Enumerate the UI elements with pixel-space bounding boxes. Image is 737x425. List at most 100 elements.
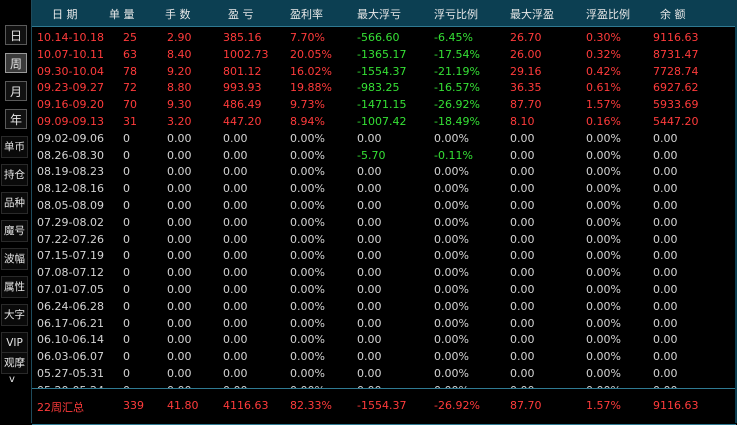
table-row[interactable]: 09.23-09.27 72 8.80 993.93 19.88% -983.25 -16.… — [32, 80, 736, 96]
cell-lots: 0.00 — [167, 199, 192, 212]
table-row[interactable]: 07.22-07.26 0 0.00 0.00 0.00% 0.00 0.00% 0.00 0.… — [32, 232, 736, 248]
cell-pnl: 0.00 — [223, 283, 248, 296]
table-row[interactable]: 10.07-10.11 63 8.40 1002.73 20.05% -1365.17 -1… — [32, 47, 736, 63]
cell-max-drawdown: -1471.15 — [357, 98, 407, 112]
header-balance[interactable]: 余 额 — [660, 6, 686, 22]
function-button-8[interactable]: 观摩 — [1, 352, 28, 374]
cell-profit-rate: 0.00% — [290, 165, 325, 179]
cell-max-floating-profit: 0.00 — [510, 299, 535, 313]
table-row[interactable]: 09.09-09.13 31 3.20 447.20 8.94% -1007.42 -18.… — [32, 114, 736, 130]
cell-max-floating-profit: 0.00 — [510, 316, 535, 330]
table-header: 日 期 单 量 手 数 盈 亏 盈利率 最大浮亏 浮亏比例 最大浮盈 浮盈比例 余 额 — [32, 0, 736, 27]
cell-balance: 0.00 — [653, 316, 678, 330]
table-row[interactable]: 07.08-07.12 0 0.00 0.00 0.00% 0.00 0.00% 0.00 0.… — [32, 265, 736, 281]
cell-date: 08.19-08.23 — [37, 165, 104, 179]
cell-orders: 0 — [123, 367, 130, 380]
cell-max-drawdown: -1365.17 — [357, 47, 407, 61]
table-row[interactable]: 06.24-06.28 0 0.00 0.00 0.00% 0.00 0.00% 0.00 0.… — [32, 299, 736, 315]
cell-pnl: 447.20 — [223, 115, 262, 128]
function-button-3[interactable]: 魔号 — [1, 220, 28, 242]
cell-profit-rate: 0.00% — [290, 299, 325, 313]
summary-pnl: 4116.63 — [223, 399, 269, 412]
cell-profit-rate: 0.00% — [290, 350, 325, 364]
report-panel: 日 期 单 量 手 数 盈 亏 盈利率 最大浮亏 浮亏比例 最大浮盈 浮盈比例 余 额 10.14… — [31, 0, 736, 425]
cell-max-drawdown: 0.00 — [357, 266, 382, 280]
summary-date: 22周汇总 — [37, 401, 84, 414]
table-row[interactable]: 09.16-09.20 70 9.30 486.49 9.73% -1471.15 -26.… — [32, 97, 736, 113]
cell-orders: 63 — [123, 47, 137, 61]
cell-pnl: 0.00 — [223, 182, 248, 196]
function-button-6[interactable]: 大字 — [1, 304, 28, 326]
cell-max-floating-profit: 0.00 — [510, 249, 535, 263]
cell-profit-rate: 0.00% — [290, 333, 325, 347]
header-pnl[interactable]: 盈 亏 — [228, 6, 254, 22]
cell-date: 10.07-10.11 — [37, 47, 104, 61]
table-row[interactable]: 08.19-08.23 0 0.00 0.00 0.00% 0.00 0.00% 0.00 0.… — [32, 164, 736, 180]
table-row[interactable]: 07.15-07.19 0 0.00 0.00 0.00% 0.00 0.00% 0.00 0.… — [32, 248, 736, 264]
cell-pnl: 0.00 — [223, 249, 248, 263]
period-button-2[interactable]: 月 — [5, 81, 27, 101]
table-row[interactable]: 06.17-06.21 0 0.00 0.00 0.00% 0.00 0.00% 0.00 0.… — [32, 316, 736, 332]
summary-balance: 9116.63 — [653, 399, 699, 412]
function-button-0[interactable]: 单币 — [1, 136, 28, 158]
table-row[interactable]: 06.10-06.14 0 0.00 0.00 0.00% 0.00 0.00% 0.00 0.… — [32, 332, 736, 348]
header-max-floating-profit[interactable]: 最大浮盈 — [510, 6, 554, 22]
cell-balance: 5447.20 — [653, 115, 699, 128]
summary-max-drawdown: -1554.37 — [357, 399, 407, 412]
cell-orders: 31 — [123, 115, 137, 128]
cell-drawdown-ratio: 0.00% — [434, 299, 469, 313]
table-row[interactable]: 08.12-08.16 0 0.00 0.00 0.00% 0.00 0.00% 0.00 0.… — [32, 181, 736, 197]
table-row[interactable]: 08.05-08.09 0 0.00 0.00 0.00% 0.00 0.00% 0.00 0.… — [32, 198, 736, 214]
cell-orders: 0 — [123, 165, 130, 179]
cell-max-drawdown: 0.00 — [357, 367, 382, 380]
function-button-4[interactable]: 波幅 — [1, 248, 28, 270]
cell-drawdown-ratio: 0.00% — [434, 316, 469, 330]
function-button-5[interactable]: 属性 — [1, 276, 28, 298]
header-drawdown-ratio[interactable]: 浮亏比例 — [434, 6, 478, 22]
header-lots[interactable]: 手 数 — [165, 6, 191, 22]
cell-max-floating-profit: 0.00 — [510, 283, 535, 296]
table-row[interactable]: 07.29-08.02 0 0.00 0.00 0.00% 0.00 0.00% 0.00 0.… — [32, 215, 736, 231]
cell-max-floating-profit: 87.70 — [510, 98, 542, 112]
header-max-drawdown[interactable]: 最大浮亏 — [357, 6, 401, 22]
cell-floating-profit-ratio: 0.00% — [586, 350, 621, 364]
header-profit-rate[interactable]: 盈利率 — [290, 6, 323, 22]
cell-orders: 0 — [123, 299, 130, 313]
cell-profit-rate: 0.00% — [290, 249, 325, 263]
cell-balance: 9116.63 — [653, 31, 699, 44]
function-button-1[interactable]: 持仓 — [1, 164, 28, 186]
header-floating-profit-ratio[interactable]: 浮盈比例 — [586, 6, 630, 22]
cell-pnl: 0.00 — [223, 299, 248, 313]
header-orders[interactable]: 单 量 — [109, 6, 135, 22]
cell-floating-profit-ratio: 0.00% — [586, 249, 621, 263]
cell-drawdown-ratio: 0.00% — [434, 249, 469, 263]
table-row[interactable]: 08.26-08.30 0 0.00 0.00 0.00% -5.70 -0.11% 0.00… — [32, 148, 736, 164]
table-row[interactable]: 10.14-10.18 25 2.90 385.16 7.70% -566.60 -6.45… — [32, 30, 736, 46]
table-row[interactable]: 05.27-05.31 0 0.00 0.00 0.00% 0.00 0.00% 0.00 0.… — [32, 366, 736, 382]
cell-drawdown-ratio: -18.49% — [434, 115, 480, 128]
table-row[interactable]: 09.02-09.06 0 0.00 0.00 0.00% 0.00 0.00% 0.00 0.… — [32, 131, 736, 147]
header-date[interactable]: 日 期 — [52, 6, 78, 22]
period-button-0[interactable]: 日 — [5, 25, 27, 45]
table-row[interactable]: 07.01-07.05 0 0.00 0.00 0.00% 0.00 0.00% 0.00 0.… — [32, 282, 736, 298]
cell-balance: 8731.47 — [653, 47, 699, 61]
cell-orders: 0 — [123, 350, 130, 364]
function-button-7[interactable]: VIP — [1, 332, 28, 354]
cell-floating-profit-ratio: 0.00% — [586, 232, 621, 246]
cell-lots: 8.40 — [167, 47, 192, 61]
cell-drawdown-ratio: -16.57% — [434, 81, 480, 95]
cell-date: 06.24-06.28 — [37, 299, 104, 313]
function-button-2[interactable]: 品种 — [1, 192, 28, 214]
cell-orders: 25 — [123, 31, 137, 44]
cell-date: 08.05-08.09 — [37, 199, 104, 212]
period-button-1[interactable]: 周 — [5, 53, 27, 73]
cell-balance: 6927.62 — [653, 81, 699, 95]
cell-profit-rate: 0.00% — [290, 182, 325, 196]
cell-drawdown-ratio: 0.00% — [434, 367, 469, 380]
table-row[interactable]: 09.30-10.04 78 9.20 801.12 16.02% -1554.37 -21… — [32, 64, 736, 80]
cell-orders: 70 — [123, 98, 137, 112]
cell-orders: 0 — [123, 266, 130, 280]
table-row[interactable]: 06.03-06.07 0 0.00 0.00 0.00% 0.00 0.00% 0.00 0.… — [32, 349, 736, 365]
period-button-3[interactable]: 年 — [5, 109, 27, 129]
scroll-down-icon[interactable]: v — [9, 374, 15, 385]
